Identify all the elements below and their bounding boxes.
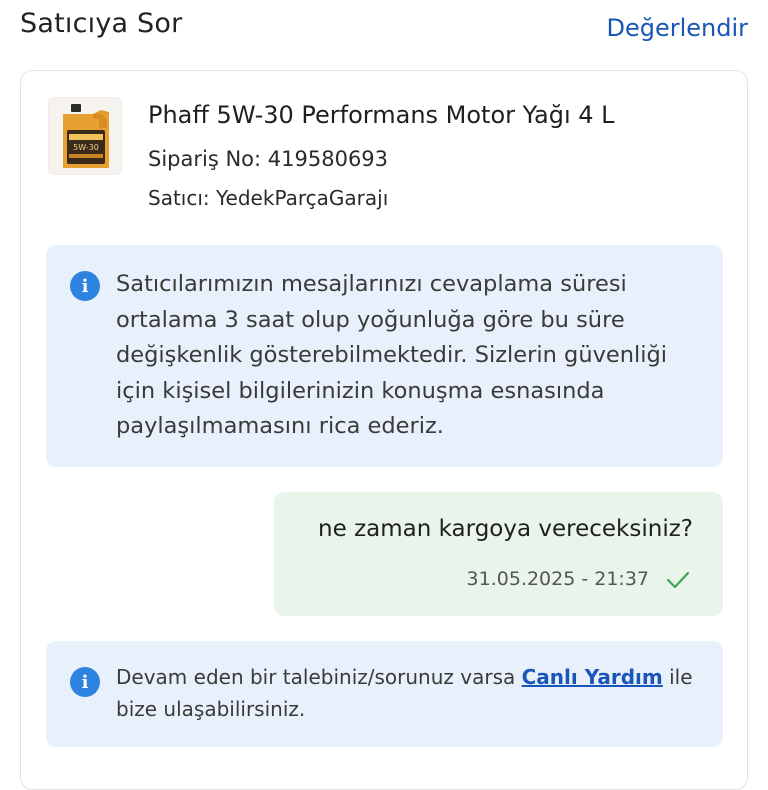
seller-label: Satıcı: xyxy=(148,186,210,210)
top-bar: Satıcıya Sor Değerlendir xyxy=(0,0,768,60)
info-icon: i xyxy=(70,271,100,301)
svg-text:5W-30: 5W-30 xyxy=(73,143,99,152)
oil-bottle-icon: 5W-30 xyxy=(49,98,121,174)
seller-name: YedekParçaGarajı xyxy=(216,186,389,210)
live-help-notice: i Devam eden bir talebiniz/sorunuz varsa… xyxy=(46,641,723,747)
order-value: 419580693 xyxy=(267,147,389,171)
order-label: Sipariş No: xyxy=(148,147,262,171)
product-image[interactable]: 5W-30 xyxy=(48,97,122,175)
check-icon xyxy=(666,571,690,589)
message-timestamp: 31.05.2025 - 21:37 xyxy=(466,568,649,590)
order-number: Sipariş No: 419580693 xyxy=(148,147,388,171)
response-time-notice: i Satıcılarımızın mesajlarınızı cevaplam… xyxy=(46,245,723,467)
live-help-link[interactable]: Canlı Yardım xyxy=(522,665,663,689)
info-icon: i xyxy=(70,667,100,697)
help-text: Devam eden bir talebiniz/sorunuz varsa C… xyxy=(116,661,716,725)
notice-text: Satıcılarımızın mesajlarınızı cevaplama … xyxy=(116,271,668,439)
conversation-card: 5W-30 Phaff 5W-30 Performans Motor Yağı … xyxy=(20,70,748,790)
message-text: ne zaman kargoya vereceksiniz? xyxy=(318,516,693,542)
seller-info: Satıcı: YedekParçaGarajı xyxy=(148,186,388,210)
sent-message-bubble: ne zaman kargoya vereceksiniz? 31.05.202… xyxy=(274,492,723,616)
page-title: Satıcıya Sor xyxy=(20,8,183,39)
rate-button[interactable]: Değerlendir xyxy=(606,14,748,42)
help-prefix: Devam eden bir talebiniz/sorunuz varsa xyxy=(116,665,516,689)
product-name[interactable]: Phaff 5W-30 Performans Motor Yağı 4 L xyxy=(148,101,615,129)
